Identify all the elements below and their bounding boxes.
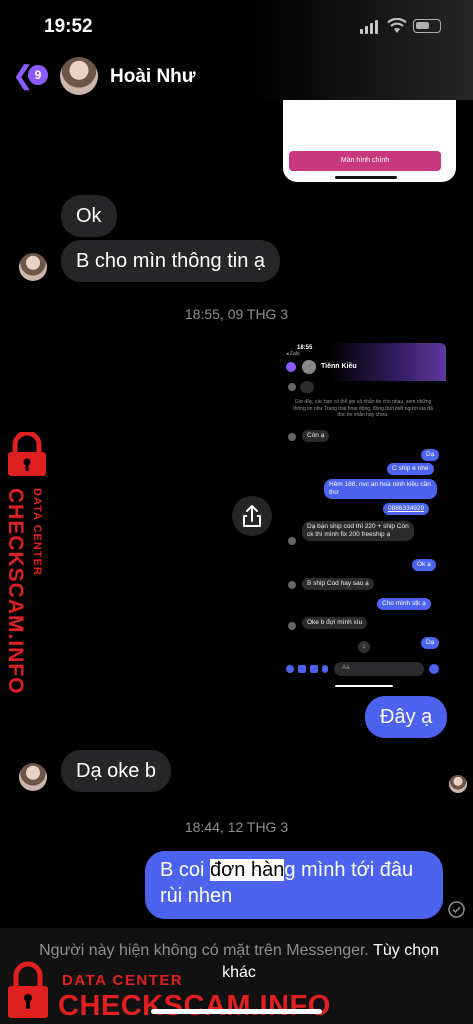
offline-notice: Người này hiện không có mặt trên Messeng…: [39, 942, 369, 959]
watermark-site: CHECKSCAM.INFO: [58, 990, 331, 1022]
screenshot-message: Dạ: [421, 637, 440, 650]
contact-name[interactable]: Hoài Như: [110, 66, 196, 88]
screenshot-dot: [288, 581, 296, 589]
screenshot-scroll-down-icon: ↓: [358, 641, 370, 653]
home-screen-button: Màn hình chính: [289, 151, 441, 171]
home-indicator: [151, 1009, 322, 1014]
message-outgoing[interactable]: Đây ạ: [365, 696, 448, 738]
screenshot-message: Hẻm 188, nvc an hoà ninh kiều cần thơ: [324, 479, 437, 500]
screenshot-input: Aa: [334, 662, 424, 676]
share-button[interactable]: [232, 496, 272, 536]
screenshot-message: 0886334929: [383, 503, 430, 516]
message-incoming[interactable]: B cho mìn thông tin ạ: [61, 240, 281, 282]
screenshot-message: C ship e nhé: [387, 463, 434, 476]
screenshot-app-label: ◂ Zalo: [286, 351, 300, 357]
unread-badge[interactable]: 9: [28, 65, 48, 85]
message-highlight: đơn hàn: [210, 859, 285, 881]
lock-icon: [8, 432, 46, 476]
timestamp: 18:44, 12 THG 3: [184, 819, 289, 835]
contact-avatar[interactable]: [60, 57, 98, 95]
shared-screenshot[interactable]: 18:55 ◂ Zalo Tiênn Kiều Giờ đây, các bạn…: [280, 343, 446, 690]
message-text: B coi: [160, 859, 211, 881]
screenshot-message: Oke b đợi mình xíu: [302, 617, 368, 630]
screenshot-dot: [288, 622, 296, 630]
screenshot-plus-icon: [286, 665, 294, 673]
image-home-indicator: [335, 176, 397, 179]
message-incoming[interactable]: Dạ oke b: [61, 750, 172, 792]
screenshot-camera-icon: [298, 665, 306, 673]
watermark-data-center: DATA CENTER: [62, 972, 184, 989]
screenshot-message: Cho mình stk ạ: [377, 598, 431, 611]
sender-avatar: [19, 763, 47, 791]
screenshot-back-icon: [286, 362, 296, 372]
screenshot-home-indicator: [335, 685, 393, 687]
screenshot-notice: Giờ đây, các bạn có thể gọi và nhắn tin …: [293, 399, 433, 418]
screenshot-message: Ok ạ: [412, 559, 436, 572]
lock-icon: [8, 961, 48, 1018]
screenshot-message: B ship Cod hay sao ạ: [302, 578, 374, 591]
timestamp: 18:55, 09 THG 3: [184, 306, 289, 322]
screenshot-contact-name: Tiênn Kiều: [321, 363, 357, 370]
watermark-site: CHECKSCAM.INFO: [4, 488, 27, 695]
sender-avatar: [19, 253, 47, 281]
screenshot-message: Dạ: [421, 449, 440, 462]
screenshot-photo-icon: [310, 665, 318, 673]
message-outgoing[interactable]: B coi đơn hàng mình tới đâu rùi nhen: [145, 851, 443, 919]
screenshot-dot: [288, 383, 296, 391]
screenshot-dot: [288, 433, 296, 441]
screenshot-like-icon: [429, 664, 439, 674]
status-time: 19:52: [44, 16, 93, 37]
screenshot-mic-icon: [322, 665, 328, 673]
watermark-data-center: DATA CENTER: [31, 488, 43, 576]
screenshot-message: Dạ bạn ship cod thì 220 + ship Còn ck th…: [302, 521, 414, 542]
screenshot-dot: [288, 537, 296, 545]
sent-check-icon: [448, 901, 465, 918]
screenshot-message: [300, 381, 314, 393]
share-icon: [243, 505, 261, 527]
header-shade: [250, 0, 473, 100]
screenshot-message: Còn ạ: [302, 430, 330, 443]
message-incoming[interactable]: Ok: [61, 195, 117, 237]
seen-avatar: [449, 775, 467, 793]
screenshot-avatar: [302, 360, 316, 374]
